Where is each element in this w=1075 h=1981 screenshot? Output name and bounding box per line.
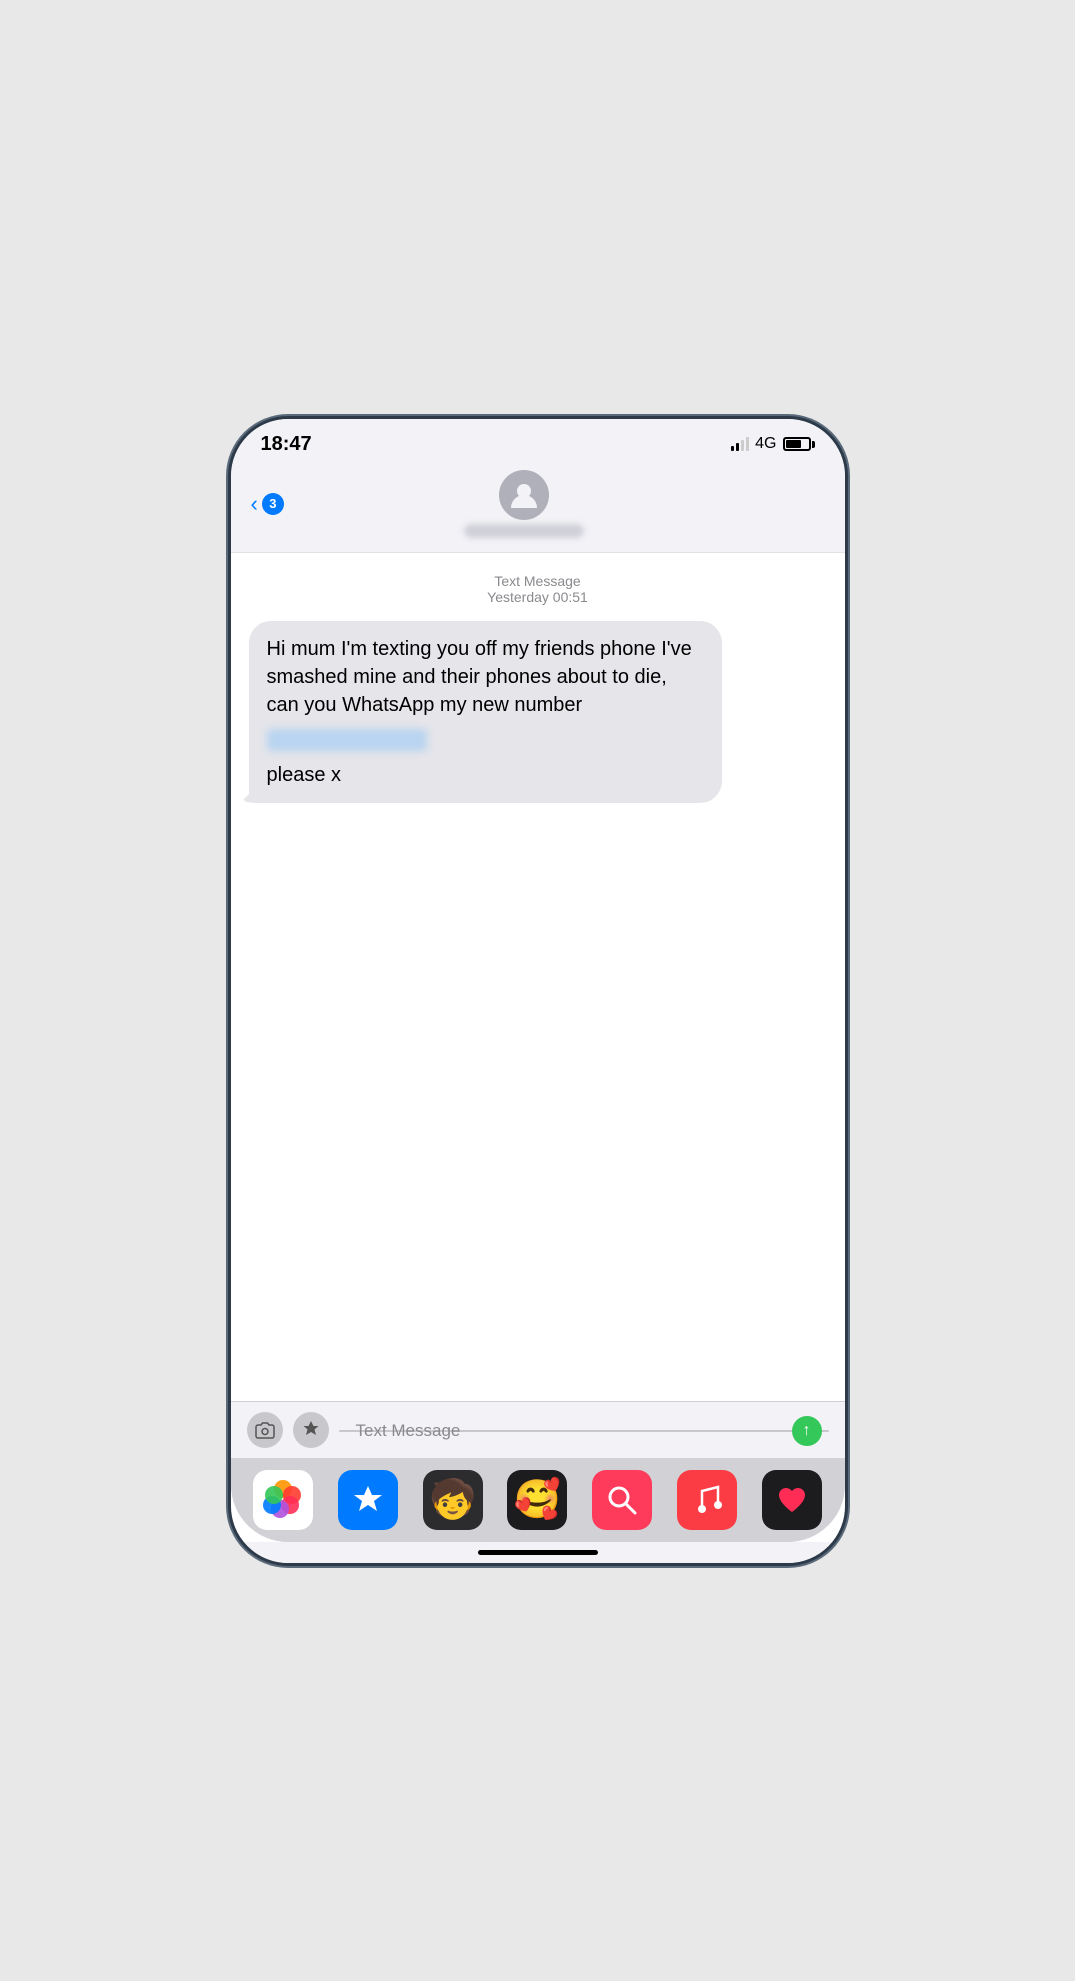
- app-dock: 🧒 🥰: [231, 1458, 845, 1542]
- back-chevron-icon: ‹: [251, 491, 258, 517]
- contact-name-blurred: [464, 524, 584, 538]
- blurred-phone-number: [267, 729, 427, 751]
- music-app-icon: [690, 1483, 724, 1517]
- battery-icon: [783, 437, 815, 451]
- dock-app-memoji[interactable]: 🧒: [423, 1470, 483, 1530]
- back-count-badge: 3: [262, 493, 284, 515]
- status-icons: 4G: [731, 435, 814, 453]
- dock-app-heart[interactable]: [762, 1470, 822, 1530]
- appstore-button[interactable]: [293, 1412, 329, 1448]
- network-label: 4G: [755, 435, 776, 453]
- phone-screen: 18:47 4G ‹ 3: [231, 419, 845, 1563]
- phone-frame: 18:47 4G ‹ 3: [228, 416, 848, 1566]
- camera-button[interactable]: [247, 1412, 283, 1448]
- dock-app-love[interactable]: 🥰: [507, 1470, 567, 1530]
- text-input-placeholder-text: Text Message: [356, 1421, 461, 1441]
- status-time: 18:47: [261, 433, 312, 456]
- dock-app-music[interactable]: [677, 1470, 737, 1530]
- status-bar: 18:47 4G: [231, 419, 845, 464]
- timestamp-date: Yesterday 00:51: [249, 589, 827, 605]
- dock-app-photos[interactable]: [253, 1470, 313, 1530]
- message-bubble: Hi mum I'm texting you off my friends ph…: [249, 621, 723, 803]
- love-emoji-icon: 🥰: [514, 1478, 561, 1522]
- search-app-icon: [605, 1483, 639, 1517]
- message-timestamp: Text Message Yesterday 00:51: [249, 573, 827, 605]
- camera-icon: [255, 1421, 275, 1439]
- timestamp-label: Text Message: [249, 573, 827, 589]
- bubble-suffix: please x: [267, 761, 705, 789]
- dock-app-search[interactable]: [592, 1470, 652, 1530]
- messages-area[interactable]: Text Message Yesterday 00:51 Hi mum I'm …: [231, 553, 845, 1401]
- contact-avatar: [499, 470, 549, 520]
- person-icon: [509, 480, 539, 510]
- appstore-logo-icon: [350, 1482, 386, 1518]
- text-input-field[interactable]: Text Message ↑: [339, 1430, 829, 1432]
- bubble-text: Hi mum I'm texting you off my friends ph…: [267, 635, 705, 719]
- input-bar: Text Message ↑: [231, 1401, 845, 1458]
- send-button[interactable]: ↑: [792, 1416, 822, 1446]
- memoji-emoji-icon: 🧒: [429, 1478, 476, 1522]
- heart-app-icon: [774, 1482, 810, 1518]
- back-button[interactable]: ‹ 3: [251, 491, 284, 517]
- home-bar: [478, 1550, 598, 1555]
- nav-center: [284, 470, 765, 538]
- signal-bars-icon: [731, 437, 749, 451]
- send-arrow-icon: ↑: [803, 1423, 811, 1439]
- nav-bar: ‹ 3: [231, 464, 845, 553]
- home-indicator: [231, 1542, 845, 1563]
- dock-app-appstore[interactable]: [338, 1470, 398, 1530]
- appstore-icon: [300, 1419, 322, 1441]
